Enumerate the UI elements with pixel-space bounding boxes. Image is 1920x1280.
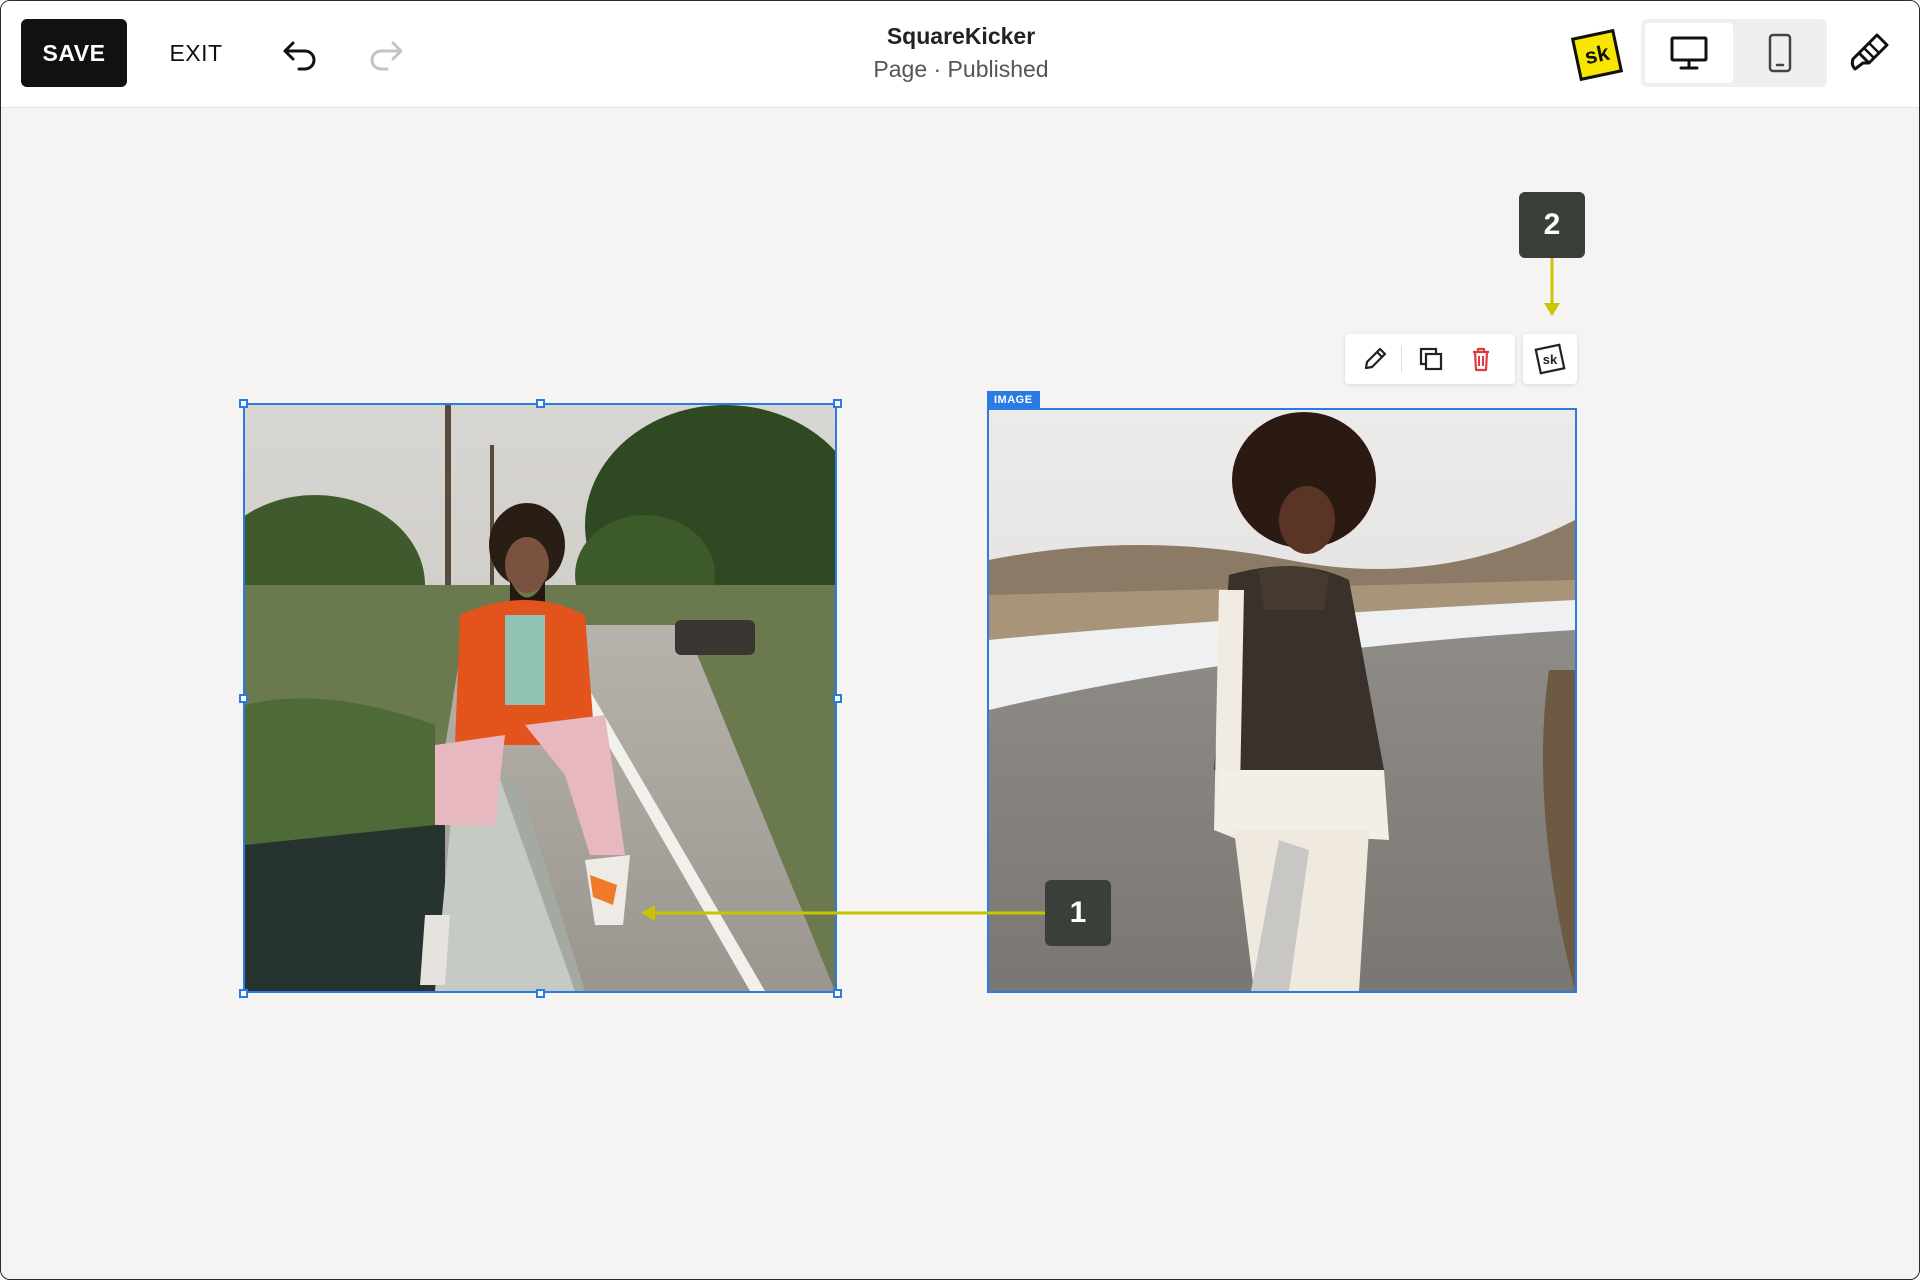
page-canvas[interactable]: IMAGE sk 1 2 bbox=[1, 108, 1919, 1279]
resize-handle-left[interactable] bbox=[239, 694, 248, 703]
sk-icon-text: sk bbox=[1543, 352, 1558, 367]
desktop-icon bbox=[1670, 36, 1708, 70]
page-status: Page · Published bbox=[873, 56, 1049, 82]
callout-2-arrowhead bbox=[1544, 303, 1560, 316]
squarekicker-logo-text: sk bbox=[1582, 39, 1612, 70]
device-toggle bbox=[1641, 19, 1827, 87]
resize-handle-bottom-right[interactable] bbox=[833, 989, 842, 998]
resize-handle-top[interactable] bbox=[536, 399, 545, 408]
callout-badge-2: 2 bbox=[1519, 192, 1585, 258]
site-title: SquareKicker bbox=[886, 23, 1036, 49]
callout-badge-1: 1 bbox=[1045, 880, 1111, 946]
duplicate-icon[interactable] bbox=[1415, 343, 1447, 375]
paintbrush-icon[interactable] bbox=[1847, 31, 1891, 75]
resize-handle-right[interactable] bbox=[833, 694, 842, 703]
trash-icon[interactable] bbox=[1465, 343, 1497, 375]
pencil-icon[interactable] bbox=[1359, 343, 1391, 375]
desktop-view-button[interactable] bbox=[1645, 23, 1733, 83]
squarekicker-logo-button[interactable]: sk bbox=[1570, 28, 1624, 82]
save-button[interactable]: SAVE bbox=[21, 19, 127, 87]
image-block-man[interactable] bbox=[243, 403, 837, 993]
resize-handle-bottom[interactable] bbox=[536, 989, 545, 998]
resize-handle-bottom-left[interactable] bbox=[239, 989, 248, 998]
editor-window: SAVE EXIT SquareKicker Page · Published … bbox=[0, 0, 1920, 1280]
redo-icon[interactable] bbox=[363, 31, 407, 75]
mobile-view-button[interactable] bbox=[1737, 23, 1823, 83]
resize-handle-top-left[interactable] bbox=[239, 399, 248, 408]
block-toolbar bbox=[1345, 334, 1515, 384]
page-title-block: SquareKicker Page · Published bbox=[761, 23, 1161, 83]
squarekicker-icon[interactable]: sk bbox=[1523, 334, 1577, 384]
mobile-icon bbox=[1768, 33, 1792, 73]
editor-top-bar: SAVE EXIT SquareKicker Page · Published … bbox=[1, 1, 1919, 108]
exit-button[interactable]: EXIT bbox=[161, 19, 231, 87]
photo-man-on-wall bbox=[245, 405, 835, 991]
resize-handle-top-right[interactable] bbox=[833, 399, 842, 408]
toolbar-divider bbox=[1401, 346, 1402, 372]
undo-icon[interactable] bbox=[279, 31, 323, 75]
